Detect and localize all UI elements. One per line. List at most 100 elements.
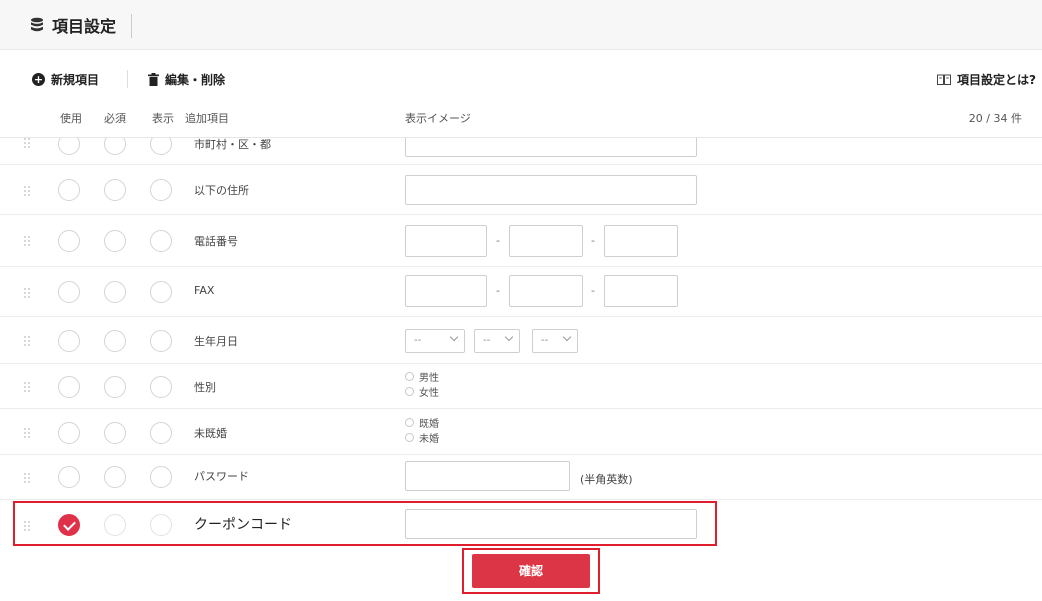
drag-handle-icon[interactable] [24,382,32,392]
required-toggle[interactable] [104,422,126,444]
toolbar-divider [127,70,128,88]
preview-month-select: -- [474,329,520,353]
preview-radio-male: 男性 [405,369,439,384]
field-row-gender: 性別 男性 女性 [0,364,1042,409]
drag-handle-icon[interactable] [24,521,32,531]
field-label: 以下の住所 [194,184,249,197]
plus-circle-icon: + [32,73,45,86]
separator-dash: - [591,284,595,297]
field-list: 市町村・区・都 以下の住所 電話番号 - - FAX - - 生年月日 -- -… [0,138,1042,550]
required-toggle[interactable] [104,179,126,201]
field-label: FAX [194,284,215,297]
field-label: 市町村・区・都 [194,138,271,151]
edit-delete-button[interactable]: 編集・削除 [148,71,225,88]
help-link[interactable]: 項目設定とは? [937,71,1036,88]
display-toggle[interactable] [150,138,172,155]
column-required: 必須 [104,112,126,125]
required-toggle[interactable] [104,514,126,536]
use-toggle[interactable] [58,179,80,201]
preview-radio-unmarried: 未婚 [405,430,439,445]
item-count: 20 / 34 件 [968,112,1022,125]
help-label: 項目設定とは? [957,73,1036,87]
required-toggle[interactable] [104,466,126,488]
preview-fax-part2 [509,275,583,307]
column-display: 表示 [152,112,174,125]
field-row-coupon: クーポンコード [0,500,1042,550]
chevron-down-icon [449,332,459,342]
drag-handle-icon[interactable] [24,138,32,148]
separator-dash: - [496,284,500,297]
field-row-phone: 電話番号 - - [0,215,1042,267]
required-toggle[interactable] [104,330,126,352]
use-toggle[interactable] [58,376,80,398]
column-headers: 使用 必須 表示 追加項目 表示イメージ 20 / 34 件 [0,106,1042,130]
display-toggle[interactable] [150,230,172,252]
field-label: 性別 [194,381,216,394]
page-title: 項目設定 [30,12,116,38]
field-label: 未既婚 [194,427,227,440]
display-toggle[interactable] [150,466,172,488]
use-toggle[interactable] [58,466,80,488]
preview-password-input [405,461,570,491]
separator-dash: - [591,234,595,247]
display-toggle[interactable] [150,514,172,536]
field-row-address: 以下の住所 [0,165,1042,215]
chevron-down-icon [562,332,572,342]
required-toggle[interactable] [104,138,126,155]
field-row-birthdate: 生年月日 -- -- -- [0,317,1042,364]
preview-text-input [405,138,697,157]
use-toggle[interactable] [58,281,80,303]
required-toggle[interactable] [104,376,126,398]
preview-radio-female: 女性 [405,384,439,399]
confirm-button[interactable]: 確認 [472,554,590,588]
drag-handle-icon[interactable] [24,186,32,196]
use-toggle[interactable] [58,422,80,444]
field-row-city: 市町村・区・都 [0,138,1042,165]
required-toggle[interactable] [104,281,126,303]
password-note: (半角英数) [580,473,633,486]
radio-icon [405,418,414,427]
field-label: クーポンコード [194,517,292,533]
radio-label: 未婚 [419,434,439,445]
preview-coupon-input [405,509,697,539]
radio-icon [405,387,414,396]
field-label: パスワード [194,470,249,483]
radio-icon [405,372,414,381]
drag-handle-icon[interactable] [24,473,32,483]
display-toggle[interactable] [150,179,172,201]
trash-icon [148,73,159,86]
use-toggle[interactable] [58,330,80,352]
drag-handle-icon[interactable] [24,336,32,346]
new-item-button[interactable]: + 新規項目 [32,71,99,88]
required-toggle[interactable] [104,230,126,252]
select-value: -- [414,335,422,346]
preview-radio-married: 既婚 [405,415,439,430]
preview-phone-part2 [509,225,583,257]
drag-handle-icon[interactable] [24,428,32,438]
select-value: -- [541,335,549,346]
preview-fax-part3 [604,275,678,307]
radio-label: 既婚 [419,419,439,430]
display-toggle[interactable] [150,376,172,398]
edit-delete-label: 編集・削除 [165,73,226,87]
display-toggle[interactable] [150,422,172,444]
use-toggle[interactable] [58,138,80,155]
header-divider [131,14,132,38]
database-icon [31,17,43,32]
toolbar: + 新規項目 編集・削除 項目設定とは? [0,62,1042,98]
use-toggle-checked[interactable] [58,514,80,536]
display-toggle[interactable] [150,281,172,303]
display-toggle[interactable] [150,330,172,352]
use-toggle[interactable] [58,230,80,252]
preview-text-input [405,175,697,205]
field-label: 生年月日 [194,335,238,348]
field-label: 電話番号 [194,235,238,248]
column-image: 表示イメージ [405,112,471,125]
radio-label: 男性 [419,373,439,384]
column-use: 使用 [60,112,82,125]
preview-day-select: -- [532,329,578,353]
new-item-label: 新規項目 [51,73,100,87]
drag-handle-icon[interactable] [24,236,32,246]
page-header: 項目設定 [0,0,1042,50]
drag-handle-icon[interactable] [24,288,32,298]
